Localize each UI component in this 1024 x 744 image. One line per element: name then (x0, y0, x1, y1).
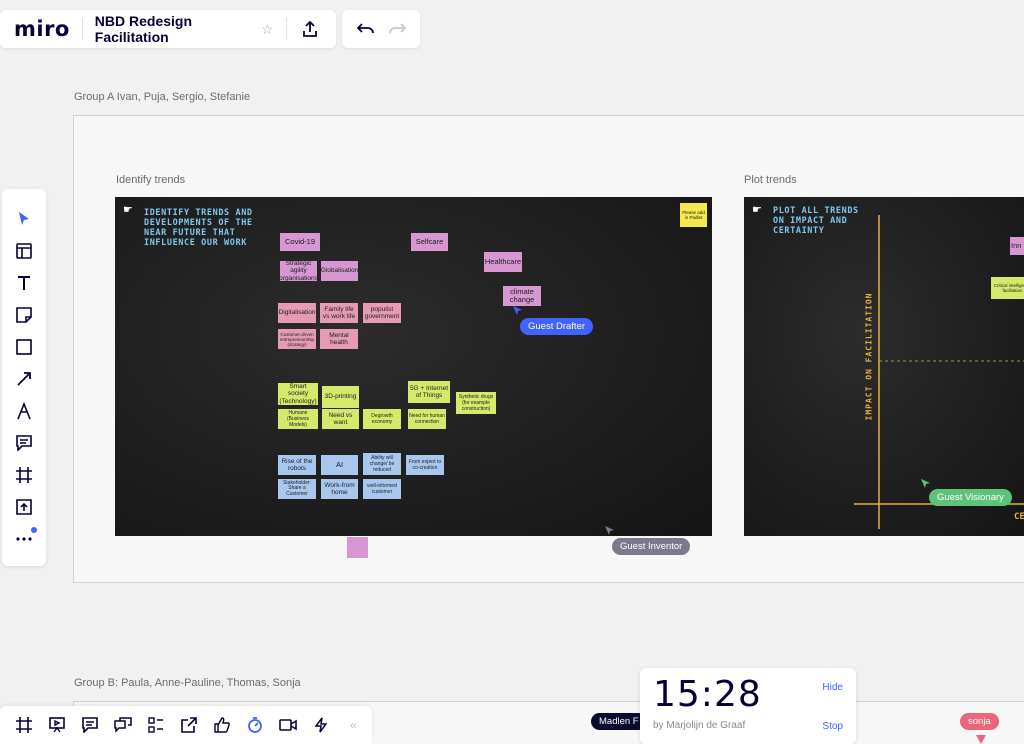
sticky-note[interactable]: Strategic agility (organisations) (280, 261, 317, 281)
connector-arrow-icon[interactable] (9, 363, 39, 395)
bottom-toolbar: « (0, 706, 372, 744)
sticky-note[interactable]: Family life vs work life (320, 303, 358, 323)
timer-owner: by Marjolijn de Graaf (653, 720, 746, 731)
templates-icon[interactable] (9, 235, 39, 267)
sticky-note[interactable]: Selfcare (411, 233, 448, 251)
sticky-note[interactable]: populist government (363, 303, 401, 323)
more-icon[interactable] (9, 523, 39, 555)
cursor-arrow-icon (976, 735, 986, 744)
timer-display: 15:28 (653, 674, 762, 715)
comment-icon[interactable] (9, 427, 39, 459)
board-heading: IDENTIFY TRENDS AND DEVELOPMENTS OF THE … (144, 208, 253, 248)
cursor-label-sonja: sonja (960, 713, 999, 730)
sticky-note[interactable]: Stakeholder: Share a Customer (278, 479, 316, 499)
frame-label-group-b: Group B: Paula, Anne-Pauline, Thomas, So… (74, 677, 301, 689)
y-axis-label: IMPACT ON FACILITATION (864, 292, 874, 421)
sticky-note-icon[interactable] (9, 299, 39, 331)
redo-icon[interactable] (384, 16, 410, 42)
hide-timer-button[interactable]: Hide (822, 682, 843, 693)
cursor-arrow-icon (605, 526, 614, 535)
sticky-note[interactable]: Ability will change/ be reduced (363, 453, 401, 475)
sticky-note[interactable]: Healthcare (484, 252, 522, 272)
sticky-note[interactable]: Digitalisation (278, 303, 316, 323)
cursor-arrow-icon (513, 306, 522, 315)
cursor-label-guest-drafter: Guest Drafter (520, 318, 594, 335)
cursor-label-madlen: Madlen F (591, 713, 647, 730)
shape-icon[interactable] (9, 331, 39, 363)
axis-lines (854, 215, 1024, 529)
pointing-hand-icon: ☛ (123, 204, 133, 216)
x-axis-label: CE (1014, 512, 1024, 522)
timer-widget: 15:28 by Marjolijn de Graaf Hide Stop (640, 668, 856, 744)
sticky-note[interactable]: Work-from home (321, 479, 358, 499)
divider (81, 18, 83, 40)
timer-icon[interactable] (241, 711, 268, 739)
star-icon[interactable]: ☆ (261, 21, 274, 38)
upload-icon[interactable] (299, 16, 323, 42)
undo-redo-group (342, 10, 420, 48)
sticky-note[interactable]: Customer-driven entrepreneurship (strate… (278, 329, 316, 349)
top-bar: miro NBD Redesign Facilitation ☆ (0, 10, 420, 48)
card-list-icon[interactable] (142, 711, 169, 739)
left-toolbar (2, 189, 46, 566)
sticky-note[interactable]: climate change (503, 286, 541, 306)
frame-icon[interactable] (9, 459, 39, 491)
frame-label-group-a: Group A Ivan, Puja, Sergio, Stefanie (74, 91, 251, 103)
sticky-note[interactable]: AI (321, 455, 358, 475)
pen-icon[interactable] (9, 395, 39, 427)
sticky-note[interactable]: Globalisation (321, 261, 358, 281)
video-call-icon[interactable] (274, 711, 301, 739)
plot-trends-board[interactable]: ☛ PLOT ALL TRENDS ON IMPACT AND CERTAINT… (744, 197, 1024, 536)
sticky-note[interactable]: Need for human connection (408, 409, 446, 429)
stop-timer-button[interactable]: Stop (822, 721, 843, 732)
sticky-note[interactable]: Synthetic drugs (for example constructio… (456, 392, 496, 414)
notification-dot (31, 527, 37, 533)
sticky-note[interactable]: well-informed customer (363, 479, 401, 499)
sticky-note[interactable]: Need vs want (322, 409, 359, 429)
sticky-note[interactable]: Rise of the robots (278, 455, 316, 475)
board-header: miro NBD Redesign Facilitation ☆ (0, 10, 336, 48)
sticky-note[interactable]: From expert to co-creation (406, 455, 444, 475)
select-icon[interactable] (9, 203, 39, 235)
upload-icon[interactable] (9, 491, 39, 523)
voting-thumb-icon[interactable] (208, 711, 235, 739)
comments-icon[interactable] (76, 711, 103, 739)
sticky-note[interactable]: 3D-printing (322, 386, 359, 408)
share-screen-icon[interactable] (175, 711, 202, 739)
presentation-icon[interactable] (43, 711, 70, 739)
collapse-icon[interactable]: « (340, 711, 367, 739)
sticky-note[interactable]: Smart society (Technology) (278, 383, 318, 405)
divider (285, 18, 287, 40)
lightning-icon[interactable] (307, 711, 334, 739)
sticky-note[interactable]: Please add in Padlet (680, 203, 707, 227)
frames-icon[interactable] (10, 711, 37, 739)
text-icon[interactable] (9, 267, 39, 299)
sticky-note[interactable]: Covid-19 (280, 233, 320, 251)
sticky-note[interactable]: Humane (Business Models) (278, 409, 318, 429)
sticky-note[interactable]: Degrowth economy (363, 409, 401, 429)
sticky-note[interactable] (347, 537, 368, 558)
identify-trends-board[interactable]: ☛ IDENTIFY TRENDS AND DEVELOPMENTS OF TH… (115, 197, 712, 536)
board-title[interactable]: NBD Redesign Facilitation (95, 13, 253, 45)
frame-label-plot: Plot trends (744, 174, 797, 186)
cursor-label-guest-inventor: Guest Inventor (612, 538, 691, 555)
undo-icon[interactable] (353, 16, 379, 42)
cursor-label-guest-visionary: Guest Visionary (929, 489, 1012, 506)
sticky-note[interactable]: Critical intelligence facilitation (991, 277, 1024, 299)
frame-label-identify: Identify trends (116, 174, 186, 186)
sticky-note[interactable]: 5G + Internet of Things (408, 381, 450, 403)
sticky-note[interactable]: Mental health (320, 329, 358, 349)
cursor-arrow-icon (921, 479, 930, 488)
miro-logo[interactable]: miro (14, 17, 70, 41)
sticky-note[interactable]: Inn (1010, 237, 1024, 255)
chat-icon[interactable] (109, 711, 136, 739)
